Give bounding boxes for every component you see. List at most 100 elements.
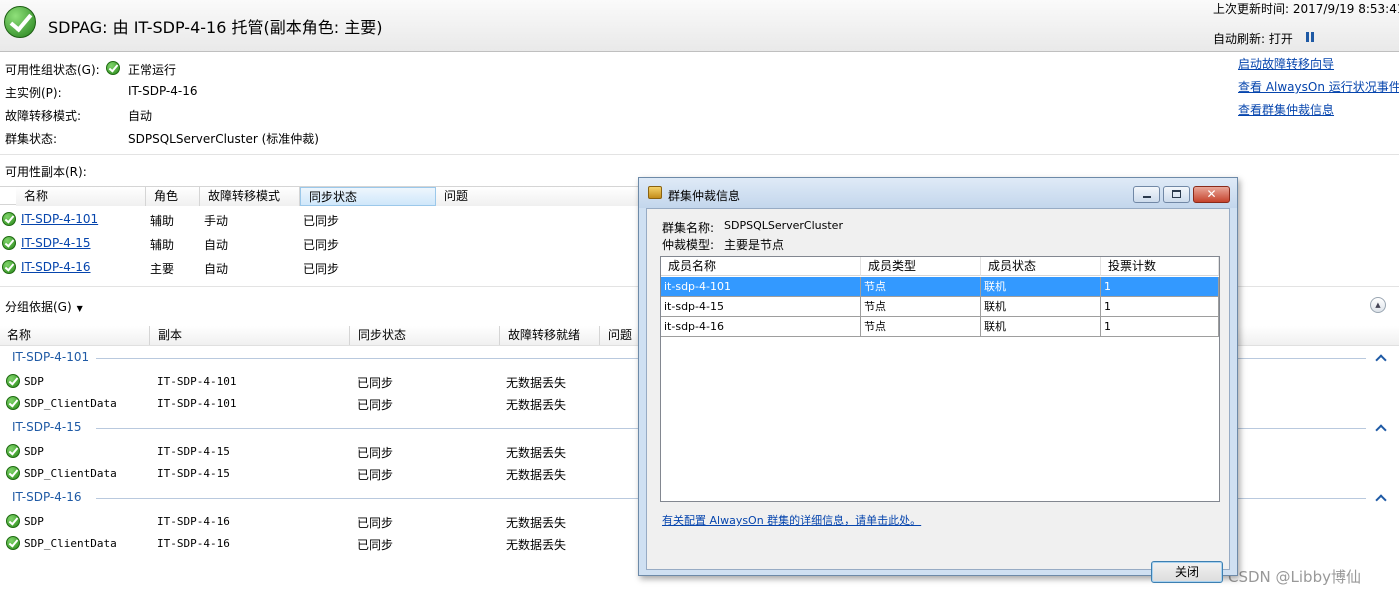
database-ok-icon <box>6 536 20 550</box>
replica-failover-mode: 手动 <box>204 214 229 228</box>
db-col-header-replica[interactable]: 副本 <box>150 326 350 345</box>
database-ok-icon <box>6 444 20 458</box>
database-name: SDP_ClientData <box>24 467 117 480</box>
replica-failover-mode: 自动 <box>204 238 229 252</box>
member-name-cell: it-sdp-4-101 <box>661 277 861 297</box>
db-group-title[interactable]: IT-SDP-4-15 <box>12 420 82 434</box>
group-by-label: 分组依据(G) <box>5 300 72 314</box>
col-header-role[interactable]: 角色 <box>146 187 200 206</box>
replicas-header: 名称 角色 故障转移模式 同步状态 问题 <box>0 186 640 206</box>
replica-name-link[interactable]: IT-SDP-4-15 <box>21 236 91 250</box>
maximize-button[interactable] <box>1163 186 1190 203</box>
alwayson-help-link[interactable]: 有关配置 AlwaysOn 群集的详细信息，请单击此处。 <box>662 512 921 528</box>
col-header-failover[interactable]: 故障转移模式 <box>200 187 300 206</box>
view-cluster-quorum-link[interactable]: 查看群集仲裁信息 <box>1238 101 1334 118</box>
replica-name-link[interactable]: IT-SDP-4-16 <box>21 260 91 274</box>
database-row[interactable]: SDP_ClientData IT-SDP-4-101 已同步 无数据丢失 <box>0 395 640 415</box>
db-group-title[interactable]: IT-SDP-4-101 <box>12 350 89 364</box>
replica-sync-state: 已同步 <box>303 214 340 228</box>
page-title: SDPAG: 由 IT-SDP-4-16 托管(副本角色: 主要) <box>48 18 383 37</box>
close-window-button[interactable]: ✕ <box>1193 186 1230 203</box>
collapse-all-icon[interactable]: ▲ <box>1370 297 1386 313</box>
db-col-header-sync[interactable]: 同步状态 <box>350 326 500 345</box>
start-failover-wizard-link[interactable]: 启动故障转移向导 <box>1238 55 1334 72</box>
database-failover-ready: 无数据丢失 <box>506 398 567 412</box>
group-by-dropdown[interactable]: 分组依据(G) ▼ <box>5 298 83 315</box>
divider <box>0 154 1399 155</box>
ag-state-label: 可用性组状态(G): <box>5 63 100 77</box>
database-ok-icon <box>6 374 20 388</box>
healthy-status-icon <box>4 6 36 38</box>
db-group-title[interactable]: IT-SDP-4-16 <box>12 490 82 504</box>
replica-sync-state: 已同步 <box>303 238 340 252</box>
member-name-cell: it-sdp-4-15 <box>661 297 861 317</box>
cluster-quorum-dialog: 群集仲裁信息 ✕ 群集名称: SDPSQLServerCluster 仲裁模型:… <box>638 177 1238 583</box>
replica-ok-icon <box>2 212 16 226</box>
quorum-model-label: 仲裁模型: <box>662 238 715 252</box>
replica-row[interactable]: IT-SDP-4-16 主要 自动 已同步 <box>0 259 640 279</box>
col-header-name[interactable]: 名称 <box>16 187 146 206</box>
database-replica: IT-SDP-4-15 <box>157 445 230 458</box>
minimize-button[interactable] <box>1133 186 1160 203</box>
database-name: SDP <box>24 515 44 528</box>
database-row[interactable]: SDP IT-SDP-4-15 已同步 无数据丢失 <box>0 443 640 463</box>
grid-header-vote-count[interactable]: 投票计数 <box>1101 257 1219 276</box>
replica-row[interactable]: IT-SDP-4-101 辅助 手动 已同步 <box>0 211 640 231</box>
database-sync-state: 已同步 <box>357 446 394 460</box>
maximize-icon <box>1172 190 1181 198</box>
ag-state-value: 正常运行 <box>128 63 177 77</box>
primary-instance-value: IT-SDP-4-16 <box>128 84 198 98</box>
database-ok-icon <box>6 514 20 528</box>
database-replica: IT-SDP-4-16 <box>157 515 230 528</box>
member-row[interactable]: it-sdp-4-101 节点 联机 1 <box>661 277 1219 297</box>
close-button[interactable]: 关闭 <box>1151 561 1223 583</box>
collapse-group-icon[interactable] <box>1375 354 1387 366</box>
pause-icon[interactable] <box>1306 32 1314 42</box>
member-votes-cell: 1 <box>1101 297 1219 317</box>
auto-refresh-label: 自动刷新: 打开 <box>1213 32 1293 46</box>
col-header-issues[interactable]: 问题 <box>436 187 640 206</box>
db-col-header-ready[interactable]: 故障转移就绪 <box>500 326 600 345</box>
member-type-cell: 节点 <box>861 317 981 337</box>
grid-header-member-name[interactable]: 成员名称 <box>661 257 861 276</box>
member-votes-cell: 1 <box>1101 317 1219 337</box>
members-grid[interactable]: 成员名称 成员类型 成员状态 投票计数 it-sdp-4-101 节点 联机 1 it-… <box>660 256 1220 502</box>
database-failover-ready: 无数据丢失 <box>506 446 567 460</box>
replica-row[interactable]: IT-SDP-4-15 辅助 自动 已同步 <box>0 235 640 255</box>
col-header-sync[interactable]: 同步状态 <box>300 187 436 206</box>
collapse-group-icon[interactable] <box>1375 424 1387 436</box>
replica-sync-state: 已同步 <box>303 262 340 276</box>
database-replica: IT-SDP-4-101 <box>157 375 237 388</box>
primary-instance-label: 主实例(P): <box>5 86 62 100</box>
database-sync-state: 已同步 <box>357 468 394 482</box>
replica-name-link[interactable]: IT-SDP-4-101 <box>21 212 98 226</box>
database-replica: IT-SDP-4-16 <box>157 537 230 550</box>
database-row[interactable]: SDP IT-SDP-4-101 已同步 无数据丢失 <box>0 373 640 393</box>
replica-failover-mode: 自动 <box>204 262 229 276</box>
replica-ok-icon <box>2 236 16 250</box>
dashboard-header: SDPAG: 由 IT-SDP-4-16 托管(副本角色: 主要) 上次更新时间… <box>0 0 1399 52</box>
db-col-header-name[interactable]: 名称 <box>0 326 150 345</box>
database-row[interactable]: SDP_ClientData IT-SDP-4-16 已同步 无数据丢失 <box>0 535 640 555</box>
replica-role: 主要 <box>150 262 175 276</box>
member-state-cell: 联机 <box>981 317 1101 337</box>
database-sync-state: 已同步 <box>357 516 394 530</box>
cluster-name-value: SDPSQLServerCluster <box>724 219 843 232</box>
database-failover-ready: 无数据丢失 <box>506 516 567 530</box>
database-row[interactable]: SDP IT-SDP-4-16 已同步 无数据丢失 <box>0 513 640 533</box>
grid-header-member-type[interactable]: 成员类型 <box>861 257 981 276</box>
member-row[interactable]: it-sdp-4-16 节点 联机 1 <box>661 317 1219 337</box>
database-sync-state: 已同步 <box>357 398 394 412</box>
member-row[interactable]: it-sdp-4-15 节点 联机 1 <box>661 297 1219 317</box>
ag-state-ok-icon <box>106 61 120 75</box>
grid-header-member-state[interactable]: 成员状态 <box>981 257 1101 276</box>
failover-mode-value: 自动 <box>128 109 153 123</box>
database-row[interactable]: SDP_ClientData IT-SDP-4-15 已同步 无数据丢失 <box>0 465 640 485</box>
database-failover-ready: 无数据丢失 <box>506 376 567 390</box>
view-alwayson-health-events-link[interactable]: 查看 AlwaysOn 运行状况事件 <box>1238 78 1399 95</box>
collapse-group-icon[interactable] <box>1375 494 1387 506</box>
database-ok-icon <box>6 466 20 480</box>
dialog-title-bar[interactable]: 群集仲裁信息 ✕ <box>639 178 1237 208</box>
database-failover-ready: 无数据丢失 <box>506 468 567 482</box>
close-icon: ✕ <box>1206 187 1217 201</box>
